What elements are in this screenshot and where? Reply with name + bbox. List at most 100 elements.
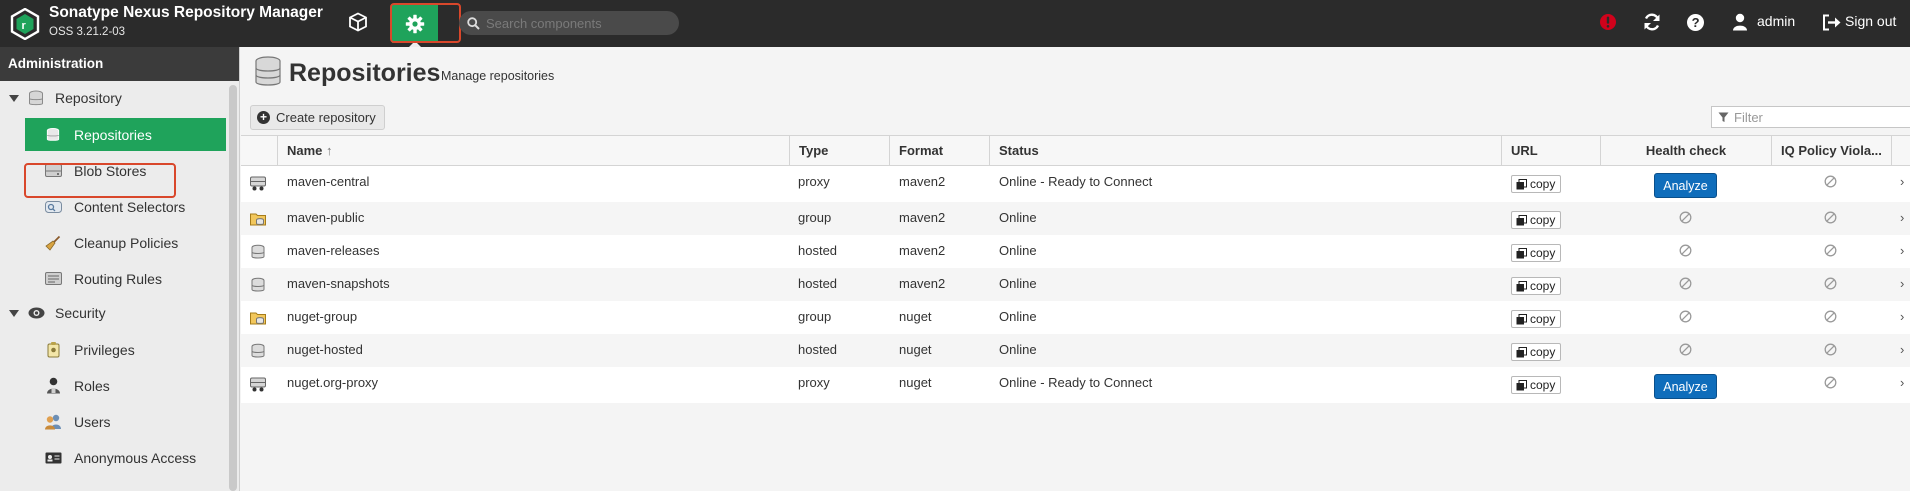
copy-url-button[interactable]: copy — [1511, 310, 1562, 328]
not-available-icon — [1679, 343, 1692, 356]
table-body: maven-central proxy maven2 Online - Ready t… — [241, 166, 1910, 403]
sidebar-item-anonymous-access[interactable]: Anonymous Access — [25, 441, 226, 474]
group-repo-icon — [250, 310, 266, 326]
sidebar-item-roles[interactable]: Roles — [25, 369, 226, 402]
column-header-status[interactable]: Status — [989, 136, 1501, 165]
cube-icon — [349, 12, 367, 32]
create-repository-button[interactable]: + Create repository — [250, 105, 385, 130]
not-available-icon — [1679, 211, 1692, 224]
chevron-right-icon[interactable]: › — [1900, 276, 1904, 291]
not-available-icon — [1824, 376, 1837, 389]
administration-button[interactable] — [392, 4, 438, 43]
page-title: Repositories — [289, 59, 441, 87]
page-subtitle: Manage repositories — [441, 69, 555, 83]
repo-format: maven2 — [899, 210, 946, 225]
copy-url-button[interactable]: copy — [1511, 376, 1562, 394]
table-row[interactable]: nuget.org-proxy proxy nuget Online - Ready … — [241, 367, 1910, 403]
sidebar-scrollbar[interactable] — [229, 85, 237, 491]
svg-text:?: ? — [1691, 15, 1699, 30]
filter-input[interactable] — [1734, 109, 1904, 125]
app-title: Sonatype Nexus Repository Manager — [49, 4, 323, 21]
not-available-icon — [1824, 175, 1837, 188]
column-header-name[interactable]: Name ↑ — [277, 136, 730, 165]
sidebar-item-label: Blob Stores — [74, 162, 147, 179]
help-button[interactable]: ? — [1684, 11, 1706, 33]
copy-icon — [1516, 214, 1527, 226]
eye-icon — [28, 307, 44, 319]
chevron-right-icon[interactable]: › — [1900, 174, 1904, 189]
nexus-logo-icon[interactable]: r — [10, 8, 40, 40]
filter-box[interactable] — [1711, 106, 1910, 128]
chevron-right-icon[interactable]: › — [1900, 243, 1904, 258]
repo-status: Online - Ready to Connect — [999, 375, 1153, 390]
expand-triangle-icon[interactable] — [9, 94, 19, 102]
analyze-button[interactable]: Analyze — [1654, 173, 1717, 198]
column-header-iq-policy[interactable]: IQ Policy Viola... — [1771, 136, 1891, 165]
column-header-health-check[interactable]: Health check — [1600, 136, 1771, 165]
content-selector-icon — [44, 200, 62, 213]
user-label[interactable]: admin — [1757, 13, 1795, 29]
hosted-repo-icon — [250, 343, 266, 359]
column-header-url[interactable]: URL — [1501, 136, 1600, 165]
refresh-button[interactable] — [1641, 11, 1663, 33]
table-row[interactable]: nuget-hosted hosted nuget Online copy › — [241, 334, 1910, 367]
repo-status: Online — [999, 210, 1037, 225]
repo-name: maven-snapshots — [287, 276, 390, 291]
chevron-right-icon[interactable]: › — [1900, 375, 1904, 390]
repo-status: Online — [999, 276, 1037, 291]
system-alert-button[interactable] — [1597, 11, 1619, 33]
copy-url-button[interactable]: copy — [1511, 244, 1562, 262]
repo-type: group — [798, 210, 832, 225]
routing-rules-icon — [44, 272, 62, 285]
table-row[interactable]: maven-central proxy maven2 Online - Ready t… — [241, 166, 1910, 202]
expand-triangle-icon[interactable] — [9, 309, 19, 317]
sidebar-item-label: Roles — [74, 377, 110, 394]
sidebar-item-privileges[interactable]: Privileges — [25, 333, 226, 366]
sidebar-item-repositories[interactable]: Repositories — [25, 118, 226, 151]
user-button[interactable] — [1729, 11, 1751, 33]
browse-button[interactable] — [343, 7, 373, 37]
column-header-format[interactable]: Format — [889, 136, 988, 165]
not-available-icon — [1679, 277, 1692, 290]
svg-text:r: r — [22, 20, 27, 32]
app-version: OSS 3.21.2-03 — [49, 26, 126, 38]
table-row[interactable]: maven-snapshots hosted maven2 Online copy › — [241, 268, 1910, 301]
copy-icon — [1516, 280, 1527, 292]
sidebar-item-label: Routing Rules — [74, 270, 162, 287]
copy-url-button[interactable]: copy — [1511, 343, 1562, 361]
repo-status: Online - Ready to Connect — [999, 174, 1153, 189]
signout-link[interactable]: Sign out — [1845, 13, 1896, 29]
repo-name: nuget-hosted — [287, 342, 363, 357]
not-available-icon — [1679, 244, 1692, 257]
sidebar-group-security[interactable]: Security — [0, 298, 226, 328]
hosted-repo-icon — [250, 277, 266, 293]
table-row[interactable]: maven-releases hosted maven2 Online copy › — [241, 235, 1910, 268]
signout-icon-button[interactable] — [1820, 11, 1842, 33]
create-repository-label: Create repository — [276, 110, 376, 125]
sidebar-item-routing-rules[interactable]: Routing Rules — [25, 262, 226, 295]
search-components-input[interactable] — [486, 15, 666, 31]
search-components-box[interactable] — [459, 11, 679, 35]
sign-out-icon — [1822, 14, 1840, 30]
repo-type: hosted — [798, 276, 838, 291]
sidebar-item-content-selectors[interactable]: Content Selectors — [25, 190, 226, 223]
column-header-type[interactable]: Type — [789, 136, 888, 165]
not-available-icon — [1824, 244, 1837, 257]
table-row[interactable]: maven-public group maven2 Online copy › — [241, 202, 1910, 235]
sidebar-item-blob-stores[interactable]: Blob Stores — [25, 154, 226, 187]
table-row[interactable]: nuget-group group nuget Online copy › — [241, 301, 1910, 334]
proxy-repo-icon — [250, 376, 266, 392]
chevron-right-icon[interactable]: › — [1900, 210, 1904, 225]
chevron-right-icon[interactable]: › — [1900, 342, 1904, 357]
sort-ascending-icon: ↑ — [326, 143, 333, 158]
copy-url-button[interactable]: copy — [1511, 277, 1562, 295]
copy-url-button[interactable]: copy — [1511, 175, 1562, 193]
analyze-button[interactable]: Analyze — [1654, 374, 1717, 399]
sidebar-group-repository[interactable]: Repository — [0, 83, 226, 113]
sidebar-item-users[interactable]: Users — [25, 405, 226, 438]
repo-name: maven-central — [287, 174, 370, 189]
sidebar-item-cleanup-policies[interactable]: Cleanup Policies — [25, 226, 226, 259]
copy-url-button[interactable]: copy — [1511, 211, 1562, 229]
chevron-right-icon[interactable]: › — [1900, 309, 1904, 324]
repo-type: group — [798, 309, 832, 324]
